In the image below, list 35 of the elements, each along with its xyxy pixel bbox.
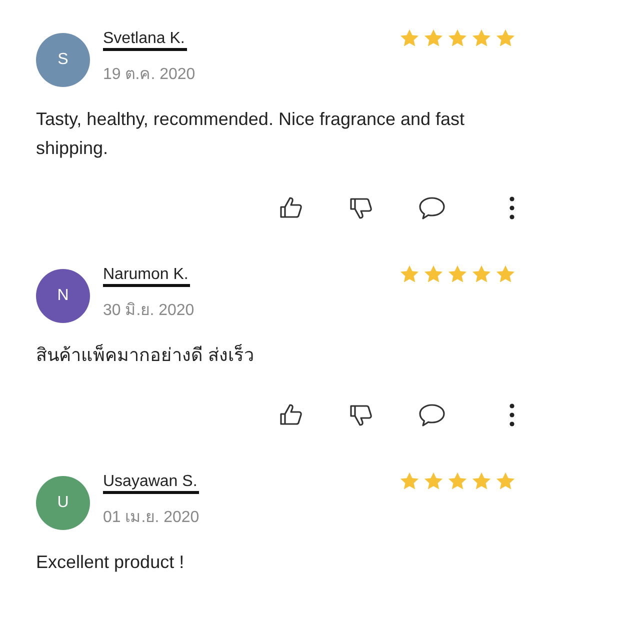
star-icon — [423, 471, 444, 492]
star-icon — [471, 28, 492, 49]
star-icon — [423, 28, 444, 49]
more-options-icon[interactable] — [508, 195, 516, 221]
like-icon[interactable] — [278, 402, 304, 428]
star-icon — [447, 471, 468, 492]
review-text: Tasty, healthy, recommended. Nice fragrance and fast shipping. — [36, 108, 466, 160]
comment-icon[interactable] — [418, 402, 446, 428]
comment-icon[interactable] — [418, 195, 446, 221]
avatar: U — [36, 476, 90, 530]
avatar: N — [36, 269, 90, 323]
more-options-icon[interactable] — [508, 402, 516, 428]
star-icon — [495, 264, 516, 285]
review-text: สินค้าแพ็คมากอย่างดี ส่งเร็ว — [36, 343, 256, 367]
review-text: Excellent product ! — [36, 551, 186, 574]
like-icon[interactable] — [278, 195, 304, 221]
star-icon — [471, 264, 492, 285]
star-icon — [447, 264, 468, 285]
reviewer-name: Narumon K. — [103, 266, 188, 283]
reviewer-name: Usayawan S. — [103, 473, 198, 490]
star-icon — [495, 471, 516, 492]
review-date: 30 มิ.ย. 2020 — [103, 301, 194, 321]
star-icon — [399, 28, 420, 49]
dislike-icon[interactable] — [348, 195, 374, 221]
star-icon — [447, 28, 468, 49]
dislike-icon[interactable] — [348, 402, 374, 428]
star-icon — [423, 264, 444, 285]
star-icon — [495, 28, 516, 49]
avatar: S — [36, 33, 90, 87]
review-date: 01 เม.ย. 2020 — [103, 508, 200, 528]
star-icon — [399, 471, 420, 492]
star-icon — [399, 264, 420, 285]
reviewer-name: Svetlana K. — [103, 30, 185, 47]
star-icon — [471, 471, 492, 492]
review-date: 19 ต.ค. 2020 — [103, 65, 196, 85]
